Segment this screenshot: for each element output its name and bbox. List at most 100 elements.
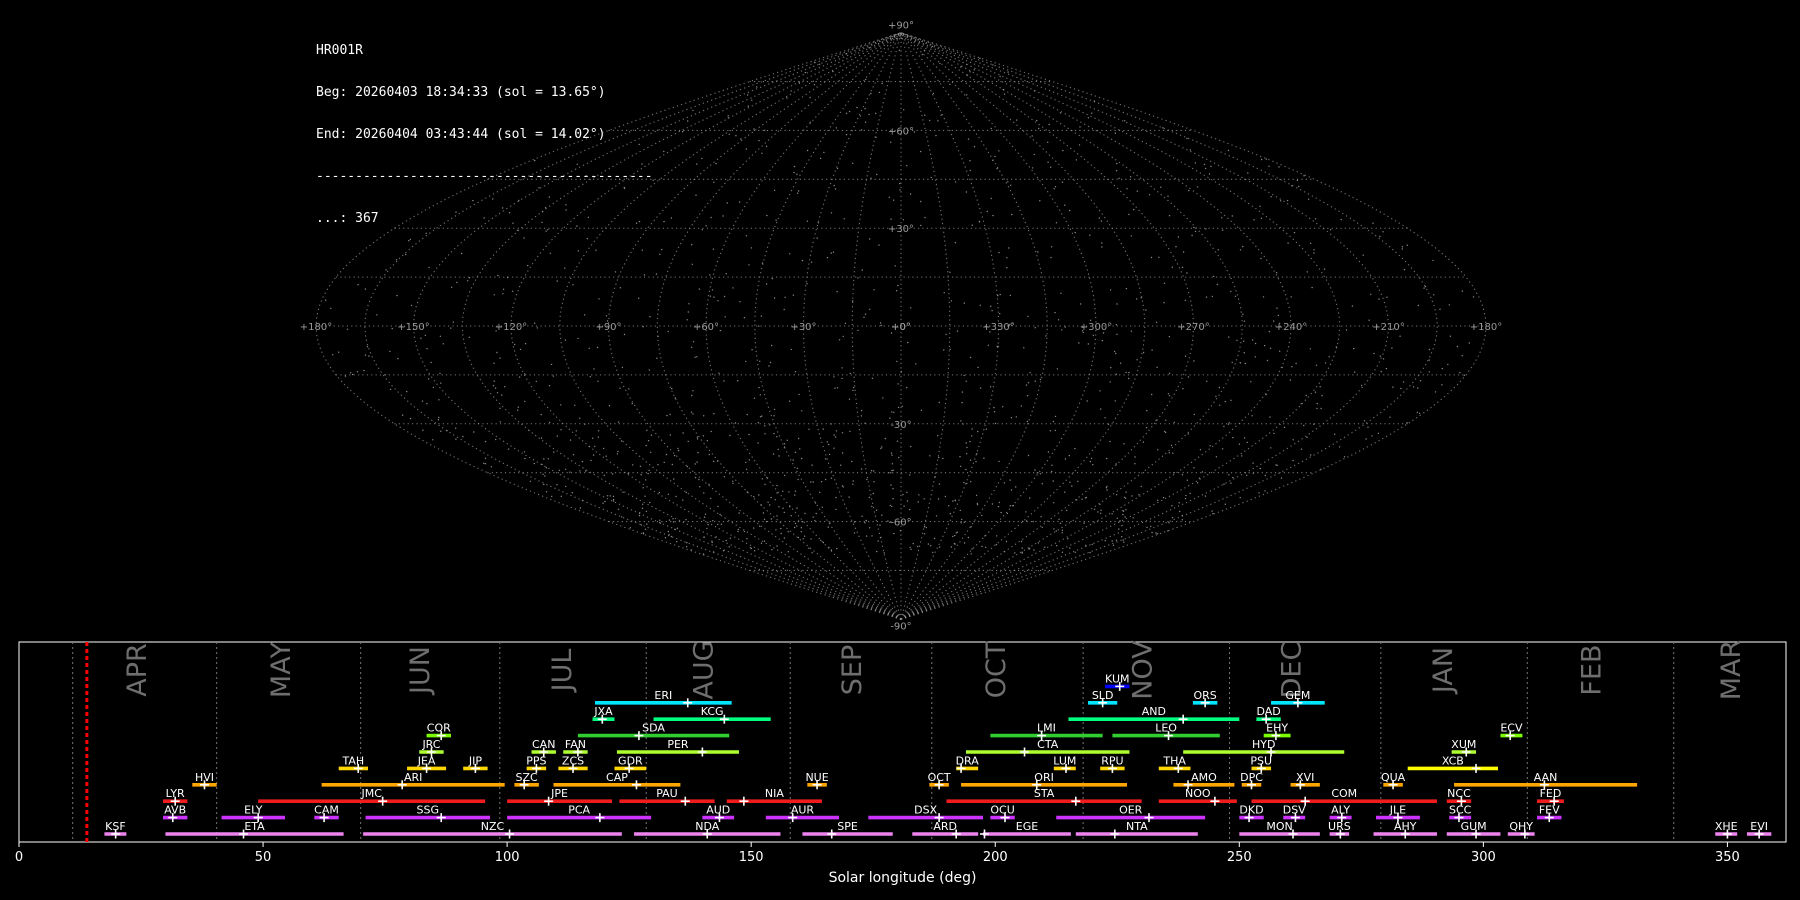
shower-label: PER — [667, 738, 689, 751]
x-axis: 0 50 100 150 200 250 300 350 Solar longitude (de… — [15, 842, 1740, 886]
x-tick-label: 0 — [15, 850, 23, 865]
shower-label: NZC — [481, 820, 505, 833]
shower-label: FED — [1540, 787, 1562, 800]
x-tick-label: 150 — [739, 850, 764, 865]
shower-label: URS — [1328, 820, 1351, 833]
shower-label: ORI — [1034, 771, 1054, 784]
shower-label: HYD — [1252, 738, 1275, 751]
shower-label: XHE — [1715, 820, 1738, 833]
shower-label: ORS — [1193, 689, 1216, 702]
shower-label: DRA — [956, 754, 980, 767]
shower-label: QUA — [1381, 771, 1406, 784]
shower-label: GUM — [1461, 820, 1487, 833]
shower-label: DKD — [1239, 804, 1263, 817]
shower-label: EVI — [1750, 820, 1768, 833]
shower-label: JIP — [468, 754, 482, 767]
shower-label: OCU — [990, 804, 1014, 817]
shower-timeline: APR MAY JUN JUL AUG SEP OCT NOV DEC JAN FEB MARKSF E… — [15, 640, 1787, 886]
shower-label: DPC — [1240, 771, 1263, 784]
shower-label: JRC — [421, 738, 440, 751]
shower-label: KCG — [701, 705, 724, 718]
shower-label: COM — [1331, 787, 1357, 800]
shower-label: NTA — [1126, 820, 1148, 833]
x-tick-label: 200 — [983, 850, 1008, 865]
shower-label: COR — [427, 722, 451, 735]
shower-label: JEA — [417, 754, 436, 767]
x-axis-label: Solar longitude (deg) — [829, 870, 977, 886]
shower-label: THA — [1162, 754, 1186, 767]
shower-label: QHY — [1509, 820, 1533, 833]
shower-label: LYR — [166, 787, 185, 800]
shower-label: LUM — [1053, 754, 1076, 767]
shower-label: OCT — [928, 771, 951, 784]
shower-label: AUR — [791, 804, 815, 817]
shower-label: LMI — [1037, 722, 1056, 735]
shower-label: ERI — [654, 689, 672, 702]
x-tick-label: 100 — [495, 850, 520, 865]
month-label: MAY — [266, 641, 297, 698]
shower-label: NUE — [805, 771, 828, 784]
shower-label: XVI — [1296, 771, 1314, 784]
shower-label: EHY — [1266, 722, 1288, 735]
shower-label: JXA — [593, 705, 613, 718]
shower-label: DSX — [914, 804, 937, 817]
x-tick-label: 350 — [1715, 850, 1740, 865]
shower-label: AND — [1142, 705, 1166, 718]
shower-label: SCC — [1449, 804, 1472, 817]
month-label: FEB — [1577, 644, 1608, 695]
shower-label: KSF — [105, 820, 126, 833]
shower-label: SSG — [417, 804, 440, 817]
shower-label: FEV — [1539, 804, 1560, 817]
x-tick-label: 300 — [1471, 850, 1496, 865]
shower-label: OER — [1119, 804, 1143, 817]
shower-label: AAN — [1534, 771, 1558, 784]
shower-label: ELY — [244, 804, 263, 817]
shower-label: ALY — [1331, 804, 1350, 817]
shower-label: AMO — [1191, 771, 1217, 784]
shower-label: ECV — [1500, 722, 1523, 735]
shower-label: DSV — [1283, 804, 1306, 817]
shower-label: GDR — [618, 754, 643, 767]
shower-label: SZC — [516, 771, 539, 784]
shower-label: XUM — [1451, 738, 1476, 751]
shower-label: ETA — [244, 820, 265, 833]
shower-label: SLD — [1092, 689, 1114, 702]
month-label: OCT — [981, 641, 1012, 698]
shower-label: FAN — [565, 738, 586, 751]
shower-label: SDA — [642, 722, 665, 735]
shower-label: CAN — [532, 738, 555, 751]
month-label: NOV — [1128, 640, 1159, 700]
shower-label: HVI — [195, 771, 214, 784]
shower-label: PAU — [656, 787, 678, 800]
shower-label: AUD — [706, 804, 730, 817]
shower-label: EGE — [1016, 820, 1038, 833]
shower-label: GEM — [1285, 689, 1310, 702]
month-label: SEP — [837, 645, 868, 695]
shower-label: KUM — [1105, 672, 1129, 685]
shower-label: CTA — [1037, 738, 1059, 751]
shower-label: SPE — [837, 820, 858, 833]
shower-label: XCB — [1442, 754, 1464, 767]
shower-label: NCC — [1447, 787, 1471, 800]
shower-label: ARD — [933, 820, 957, 833]
shower-label: JMC — [360, 787, 382, 800]
shower-label: ZCS — [562, 754, 584, 767]
shower-label: TAH — [342, 754, 365, 767]
month-label: MAR — [1716, 640, 1747, 701]
x-tick-label: 250 — [1227, 850, 1252, 865]
shower-label: NOO — [1185, 787, 1211, 800]
month-label: JAN — [1428, 647, 1459, 695]
shower-label: NDA — [695, 820, 720, 833]
shower-label: LEO — [1155, 722, 1177, 735]
shower-label: PSU — [1250, 754, 1272, 767]
month-label: JUL — [547, 649, 578, 694]
month-label: AUG — [688, 640, 719, 699]
shower-label: JPE — [550, 787, 568, 800]
shower-label: RPU — [1101, 754, 1123, 767]
shower-label: MON — [1266, 820, 1292, 833]
x-tick-label: 50 — [255, 850, 272, 865]
shower-label: ARI — [404, 771, 422, 784]
month-label: APR — [122, 643, 153, 697]
shower-label: CAP — [606, 771, 628, 784]
shower-label: JLE — [1389, 804, 1406, 817]
